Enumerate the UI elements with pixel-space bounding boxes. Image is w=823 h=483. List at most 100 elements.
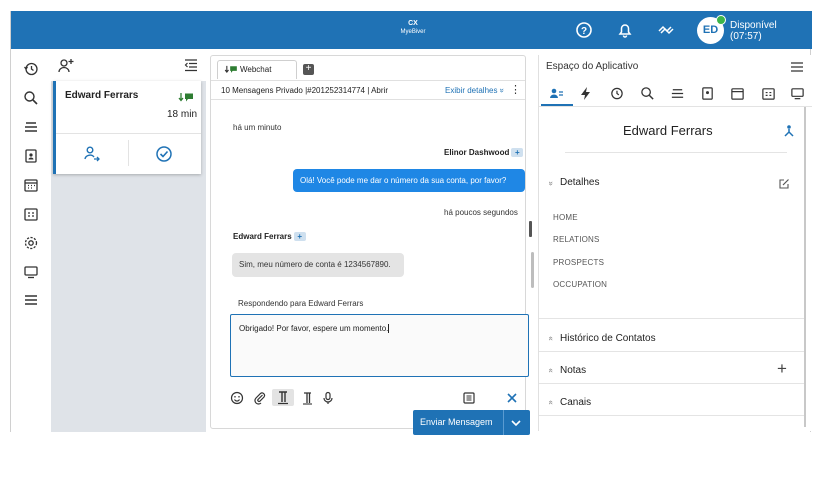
search-icon[interactable] xyxy=(640,86,655,101)
chevron-up-icon[interactable]: « xyxy=(546,398,556,407)
calendar-icon[interactable] xyxy=(730,86,745,101)
chevron-down-icon[interactable]: » xyxy=(546,179,556,188)
signal-icon[interactable] xyxy=(656,20,676,40)
section-divider xyxy=(539,318,805,319)
incoming-message: Sim, meu número de conta é 1234567890. xyxy=(232,253,404,277)
section-notes[interactable]: Notas xyxy=(560,365,586,376)
chat-panel: Webchat + 10 Mensagens Privado |#2012523… xyxy=(210,55,534,435)
app-space-scrollbar[interactable] xyxy=(804,107,806,427)
status-label: Disponível xyxy=(730,20,777,31)
close-icon[interactable] xyxy=(505,391,519,405)
chat-scrollbar[interactable] xyxy=(531,252,534,288)
privacy-label: Privado xyxy=(275,86,303,95)
chevron-down-icon[interactable] xyxy=(510,417,522,429)
app-space-title: Espaço do Aplicativo xyxy=(546,61,639,72)
detail-item[interactable]: HOME xyxy=(553,213,578,222)
add-user-icon[interactable] xyxy=(57,57,75,75)
queue-icon[interactable] xyxy=(670,86,685,101)
customer-plus-tag[interactable]: + xyxy=(293,232,306,241)
send-message-button[interactable]: Enviar Mensagem xyxy=(413,410,530,435)
brand-logo: CX MyeBiver xyxy=(399,20,427,40)
show-details-link[interactable]: Exibir detalhes » xyxy=(445,81,506,100)
card-contact-name: Edward Ferrars xyxy=(65,90,139,101)
menu-icon[interactable] xyxy=(23,292,39,308)
agent-status[interactable]: Disponível (07:57) xyxy=(730,20,777,42)
chevron-down-icon: » xyxy=(497,88,507,93)
queue-icon[interactable] xyxy=(23,119,39,135)
channels-chevron: « xyxy=(546,400,556,405)
section-divider xyxy=(539,415,805,416)
tab-webchat[interactable]: Webchat xyxy=(217,60,297,79)
top-bar: CX MyeBiver ? ED Disponível (07:57) xyxy=(11,11,812,49)
section-details[interactable]: Detalhes xyxy=(560,177,599,188)
help-icon[interactable]: ? xyxy=(574,20,594,40)
section-channels[interactable]: Canais xyxy=(560,397,591,408)
message-count: 10 Mensagens xyxy=(221,86,274,95)
collapse-list-icon[interactable] xyxy=(184,58,198,72)
message-timestamp: há um minuto xyxy=(233,123,282,132)
microphone-icon[interactable] xyxy=(321,391,335,405)
complete-check-icon[interactable] xyxy=(155,145,173,163)
lightning-icon[interactable] xyxy=(578,86,593,101)
queue-panel: Edward Ferrars 18 min xyxy=(51,49,206,432)
detail-item[interactable]: RELATIONS xyxy=(553,235,600,244)
agent-app: CX MyeBiver ? ED Disponível (07:57) Edwa… xyxy=(10,11,812,435)
webchat-tab-icon xyxy=(224,65,238,75)
send-button-divider xyxy=(503,410,504,435)
search-icon[interactable] xyxy=(23,90,39,106)
transfer-icon[interactable] xyxy=(83,145,101,163)
panel-resize-handle[interactable] xyxy=(529,221,532,237)
tab-label: Webchat xyxy=(240,65,272,74)
notes-chevron: « xyxy=(546,368,556,373)
active-tab-indicator xyxy=(541,104,573,106)
history-icon[interactable] xyxy=(23,61,39,77)
history-icon[interactable] xyxy=(609,86,624,101)
address-book-icon[interactable] xyxy=(700,86,715,101)
contact-details-icon[interactable] xyxy=(549,86,564,101)
reply-target-label: Respondendo para Edward Ferrars xyxy=(238,299,364,308)
detail-item[interactable]: PROSPECTS xyxy=(553,258,604,267)
presence-check-icon xyxy=(716,15,726,25)
message-timestamp: há poucos segundos xyxy=(444,208,518,217)
rich-text-toggle[interactable] xyxy=(272,389,294,406)
status-time: (07:57) xyxy=(730,31,762,42)
message-input[interactable]: Obrigado! Por favor, espere um momento. xyxy=(230,314,529,377)
section-contact-history[interactable]: Histórico de Contatos xyxy=(560,333,656,344)
heading-divider xyxy=(565,152,787,153)
menu-icon[interactable] xyxy=(790,61,804,73)
agent-plus-tag[interactable]: + xyxy=(511,148,524,157)
detail-item[interactable]: OCCUPATION xyxy=(553,280,607,289)
contact-card[interactable]: Edward Ferrars 18 min xyxy=(53,81,201,174)
bell-icon[interactable] xyxy=(615,20,635,40)
conversation-info-bar: 10 Mensagens Privado |#201252314774 | Ab… xyxy=(211,80,525,100)
monitor-icon[interactable] xyxy=(790,86,805,101)
paragraph-icon[interactable] xyxy=(300,391,314,405)
app-space-panel: Espaço do Aplicativo Edward Ferrars » De… xyxy=(538,55,812,431)
settings-icon[interactable] xyxy=(23,235,39,251)
more-options-icon[interactable]: ⋮ xyxy=(510,81,521,100)
message-input-text: Obrigado! Por favor, espere um momento. xyxy=(239,324,389,333)
section-divider xyxy=(539,351,805,352)
attachment-icon[interactable] xyxy=(253,391,267,405)
chevron-up-icon[interactable]: « xyxy=(547,334,556,343)
details-chevron: » xyxy=(546,181,556,186)
schedule-icon[interactable] xyxy=(23,206,39,222)
emoji-icon[interactable] xyxy=(230,391,244,405)
edit-icon[interactable] xyxy=(778,178,790,190)
pin-icon[interactable] xyxy=(783,124,795,138)
svg-text:?: ? xyxy=(581,26,587,37)
webchat-inbound-icon xyxy=(178,92,194,104)
nav-rail xyxy=(11,49,51,432)
chevron-up-icon[interactable]: « xyxy=(546,366,556,375)
add-note-button[interactable]: + xyxy=(777,359,787,379)
add-tab-button[interactable]: + xyxy=(303,64,314,75)
queue-header xyxy=(51,49,206,81)
canned-responses-icon[interactable] xyxy=(462,391,476,405)
conversation-meta: 10 Mensagens Privado |#201252314774 | Ab… xyxy=(221,81,388,100)
monitor-icon[interactable] xyxy=(23,264,39,280)
avatar[interactable]: ED xyxy=(697,15,726,44)
logo-line1: CX xyxy=(408,20,418,27)
calendar-icon[interactable] xyxy=(23,177,39,193)
schedule-icon[interactable] xyxy=(761,86,776,101)
address-book-icon[interactable] xyxy=(23,148,39,164)
